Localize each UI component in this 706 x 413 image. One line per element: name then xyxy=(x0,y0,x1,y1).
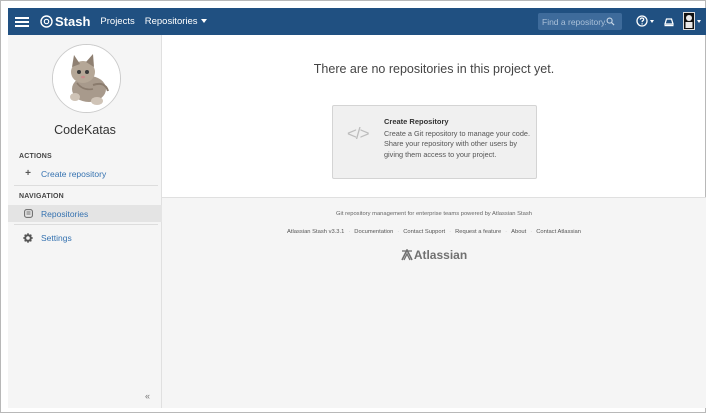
sidebar-item-create-repository[interactable]: + Create repository xyxy=(8,165,162,182)
search-input[interactable] xyxy=(542,16,606,27)
help-menu[interactable] xyxy=(636,15,654,27)
kitten-image xyxy=(53,45,120,112)
footer-link-contact-atlassian[interactable]: Contact Atlassian xyxy=(536,229,581,235)
footer-separator: · xyxy=(530,229,533,235)
sidebar-item-repositories[interactable]: Repositories xyxy=(8,205,162,222)
inbox-icon xyxy=(664,18,674,27)
divider xyxy=(14,224,158,225)
project-avatar xyxy=(52,44,121,113)
help-icon xyxy=(636,15,648,27)
footer-tagline: Git repository management for enterprise… xyxy=(336,211,532,217)
menu-icon[interactable] xyxy=(14,15,30,29)
footer-separator: · xyxy=(449,229,452,235)
atlassian-logo[interactable]: Atlassian xyxy=(162,248,706,262)
plus-icon: + xyxy=(25,168,31,179)
sidebar-item-label: Settings xyxy=(41,232,72,243)
atlassian-logo-icon xyxy=(401,249,413,261)
empty-state-message: There are no repositories in this projec… xyxy=(313,62,555,76)
navigation-heading: NAVIGATION xyxy=(19,193,64,200)
sidebar-item-label: Create repository xyxy=(41,168,107,179)
user-avatar xyxy=(683,12,695,30)
collapse-sidebar-button[interactable]: « xyxy=(145,391,150,401)
create-repository-card[interactable]: </> Create Repository Create a Git repos… xyxy=(332,105,537,179)
footer-link-request-feature[interactable]: Request a feature xyxy=(455,229,501,235)
sidebar-item-settings[interactable]: Settings xyxy=(8,229,162,246)
logo-text: Stash xyxy=(55,14,91,29)
card-title: Create Repository xyxy=(384,117,449,126)
nav-repositories[interactable]: Repositories xyxy=(145,16,207,27)
top-navigation-bar: Stash Projects Repositories xyxy=(8,8,706,35)
footer-links: Atlassian Stash v3.3.1 · Documentation ·… xyxy=(162,229,706,235)
footer-separator: · xyxy=(348,229,351,235)
chevron-down-icon xyxy=(200,19,207,24)
footer-link-about[interactable]: About xyxy=(511,229,526,235)
sidebar: CodeKatas ACTIONS + Create repository NA… xyxy=(8,35,162,408)
chevron-down-icon xyxy=(650,19,654,23)
actions-heading: ACTIONS xyxy=(19,153,52,160)
repository-icon xyxy=(22,209,34,218)
footer: Git repository management for enterprise… xyxy=(162,197,706,408)
chevron-down-icon xyxy=(697,19,701,23)
gear-icon xyxy=(22,232,34,243)
footer-separator: · xyxy=(397,229,400,235)
footer-link-version[interactable]: Atlassian Stash v3.3.1 xyxy=(287,229,344,235)
footer-link-documentation[interactable]: Documentation xyxy=(354,229,393,235)
nav-projects[interactable]: Projects xyxy=(100,16,134,27)
search-icon[interactable] xyxy=(606,17,615,26)
footer-link-contact-support[interactable]: Contact Support xyxy=(403,229,445,235)
user-avatar-icon xyxy=(685,15,693,28)
notifications-button[interactable] xyxy=(663,15,675,33)
user-menu[interactable] xyxy=(683,12,701,30)
brand-text: Atlassian xyxy=(413,248,468,262)
divider xyxy=(14,185,158,186)
card-description: Create a Git repository to manage your c… xyxy=(384,129,531,159)
stash-logo-icon xyxy=(40,15,53,28)
stash-logo[interactable]: Stash xyxy=(40,14,90,29)
project-name: CodeKatas xyxy=(54,123,116,137)
repository-search[interactable] xyxy=(538,13,622,30)
sidebar-item-label: Repositories xyxy=(41,208,89,219)
code-icon: </> xyxy=(347,124,370,143)
footer-separator: · xyxy=(505,229,508,235)
nav-repositories-label: Repositories xyxy=(144,16,198,27)
